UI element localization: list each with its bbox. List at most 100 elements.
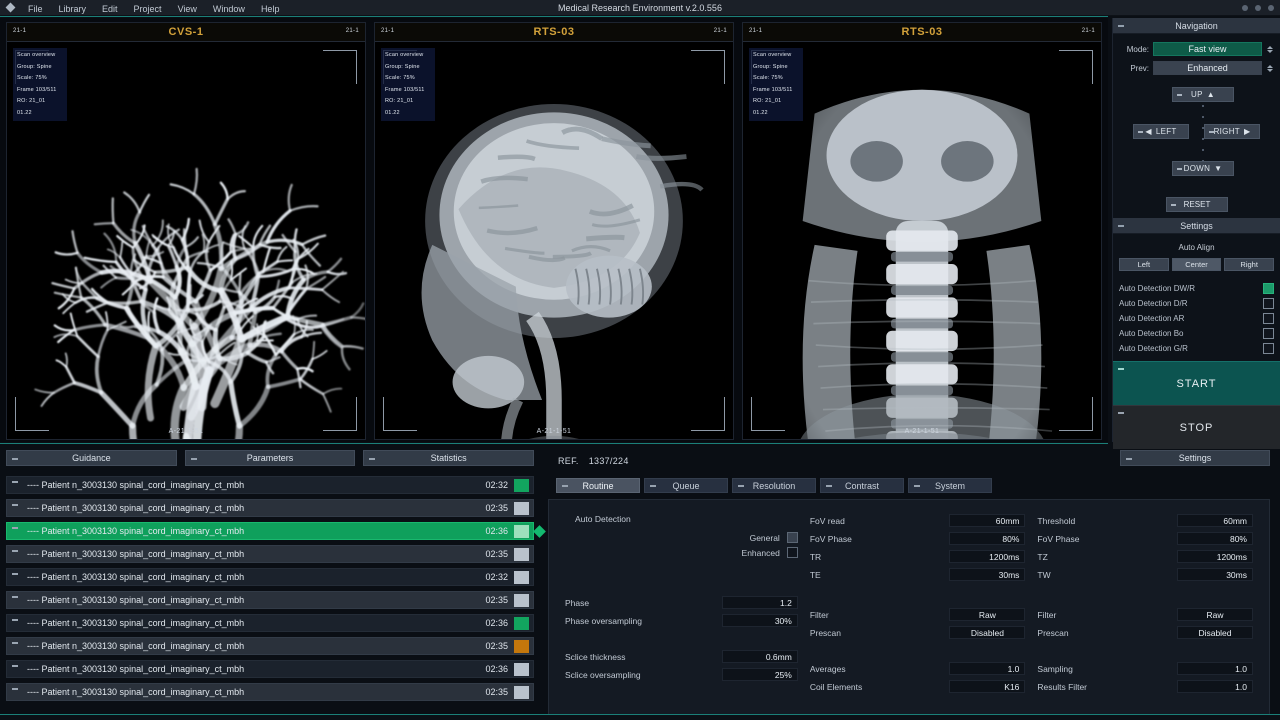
close-icon[interactable] — [1268, 5, 1274, 11]
menu-item-window[interactable]: Window — [205, 4, 253, 14]
param-autodetect-checkbox-1[interactable] — [786, 532, 798, 543]
start-button[interactable]: START — [1113, 361, 1280, 405]
field-value[interactable]: Raw — [949, 608, 1026, 621]
param-autodetect-checkbox-2[interactable] — [786, 547, 798, 558]
patient-status-4 — [514, 547, 529, 561]
viewport-3-image[interactable]: Scan overview Group: Spine Scale: 75% Frame… — [743, 42, 1101, 439]
viewer-area: 21-1 CVS-1 21-1 Scan overview Group: Spin… — [0, 18, 1108, 442]
patient-status-2 — [514, 501, 529, 515]
auto-align-left[interactable]: Left — [1119, 258, 1169, 271]
nav-right-button[interactable]: RIGHT ▶ — [1204, 124, 1260, 139]
patient-row-8[interactable]: ---- Patient n_3003130 spinal_cord_imagi… — [6, 637, 534, 655]
patient-row-2[interactable]: ---- Patient n_3003130 spinal_cord_imagi… — [6, 499, 534, 517]
patient-row-5[interactable]: ---- Patient n_3003130 spinal_cord_imagi… — [6, 568, 534, 586]
tab-guidance[interactable]: Guidance — [6, 450, 177, 466]
detection-row-5[interactable]: Auto Detection G/R — [1119, 341, 1274, 355]
viewport-2[interactable]: 21-1 RTS-03 21-1 Scan overview Group: Sp… — [374, 22, 734, 440]
settings-panel: Settings Auto Align Left Center Right Auto… — [1112, 218, 1280, 449]
detection-checkbox-4[interactable] — [1263, 327, 1274, 339]
settings-panel-title: Settings — [1113, 218, 1280, 234]
field-value[interactable]: 1.0 — [1176, 662, 1253, 675]
detection-checkbox-5[interactable] — [1263, 342, 1274, 354]
menu-item-library[interactable]: Library — [51, 4, 95, 14]
patient-row-6[interactable]: ---- Patient n_3003130 spinal_cord_imagi… — [6, 591, 534, 609]
detection-row-4[interactable]: Auto Detection Bo — [1119, 326, 1274, 340]
viewport-2-image[interactable]: Scan overview Group: Spine Scale: 75% Frame… — [375, 42, 733, 439]
patient-row-7[interactable]: ---- Patient n_3003130 spinal_cord_imagi… — [6, 614, 534, 632]
menu-item-file[interactable]: File — [20, 4, 51, 14]
patient-row-3[interactable]: ---- Patient n_3003130 spinal_cord_imagi… — [6, 522, 546, 540]
parameter-column-2: FoV read 60mm FoV Phase 80% TR 1200ms TE… — [804, 512, 1032, 720]
tab-statistics[interactable]: Statistics — [363, 450, 535, 466]
collapse-icon[interactable] — [1118, 225, 1124, 227]
param-tab-contrast[interactable]: Contrast — [820, 478, 904, 493]
nav-reset-button[interactable]: RESET — [1166, 197, 1228, 212]
param-tab-queue[interactable]: Queue — [644, 478, 728, 493]
param-autodetect-row-2[interactable]: Enhanced — [565, 545, 798, 560]
viewport-1-image[interactable]: Scan overview Group: Spine Scale: 75% Frame… — [7, 42, 365, 439]
field-value[interactable]: Disabled — [1176, 626, 1253, 639]
detection-checkbox-3[interactable] — [1263, 312, 1274, 324]
field-value[interactable]: 1.0 — [949, 662, 1026, 675]
menu-item-project[interactable]: Project — [126, 4, 170, 14]
detection-checkbox-2[interactable] — [1263, 297, 1274, 309]
detection-row-1[interactable]: Auto Detection DW/R — [1119, 281, 1274, 295]
param-tab-system[interactable]: System — [908, 478, 992, 493]
detection-row-2[interactable]: Auto Detection D/R — [1119, 296, 1274, 310]
param-autodetect-row-1[interactable]: General — [565, 530, 798, 545]
patient-row-9[interactable]: ---- Patient n_3003130 spinal_cord_imagi… — [6, 660, 534, 678]
prev-select[interactable]: Enhanced — [1153, 61, 1262, 75]
field-value[interactable]: 60mm — [949, 514, 1026, 527]
patient-status-6 — [514, 593, 529, 607]
tab-parameters[interactable]: Parameters — [184, 450, 356, 466]
detection-row-3[interactable]: Auto Detection AR — [1119, 311, 1274, 325]
overlay-line-6: 01.22 — [385, 109, 400, 116]
field-value[interactable]: 0.6mm — [721, 650, 798, 663]
nav-up-button[interactable]: UP ▲ — [1172, 87, 1234, 102]
param-tab-routine[interactable]: Routine — [556, 478, 640, 493]
field-value[interactable]: 1200ms — [949, 550, 1026, 563]
collapse-icon[interactable] — [1118, 25, 1124, 27]
nav-down-button[interactable]: DOWN ▼ — [1172, 161, 1234, 176]
field-value[interactable]: 30ms — [949, 568, 1026, 581]
maximize-icon[interactable] — [1255, 5, 1261, 11]
field-value[interactable]: 80% — [949, 532, 1026, 545]
viewport-1-title: CVS-1 — [168, 26, 204, 38]
auto-align-right[interactable]: Right — [1224, 258, 1275, 271]
menu-item-edit[interactable]: Edit — [94, 4, 126, 14]
field-value[interactable]: 80% — [1176, 532, 1253, 545]
mode-stepper[interactable] — [1266, 45, 1274, 53]
field-value[interactable]: 60mm — [1176, 514, 1253, 527]
detection-checkbox-1[interactable] — [1263, 282, 1274, 294]
patient-row-1[interactable]: ---- Patient n_3003130 spinal_cord_imagi… — [6, 476, 534, 494]
field-value[interactable]: Raw — [1176, 608, 1253, 621]
minimize-icon[interactable] — [1242, 5, 1248, 11]
arrow-down-icon: ▼ — [1214, 164, 1223, 173]
field-value[interactable]: 1.0 — [1176, 680, 1253, 693]
field-value[interactable]: 1.2 — [721, 596, 798, 609]
viewport-1[interactable]: 21-1 CVS-1 21-1 Scan overview Group: Spin… — [6, 22, 366, 440]
field-value[interactable]: Disabled — [949, 626, 1026, 639]
field-value[interactable]: 1200ms — [1176, 550, 1253, 563]
collapse-icon — [826, 485, 832, 487]
prev-stepper[interactable] — [1266, 64, 1274, 72]
nav-left-button[interactable]: ◀ LEFT — [1133, 124, 1189, 139]
mode-select[interactable]: Fast view — [1153, 42, 1262, 56]
field-value[interactable]: 30ms — [1176, 568, 1253, 581]
stop-button[interactable]: STOP — [1113, 405, 1280, 449]
menu-item-help[interactable]: Help — [253, 4, 288, 14]
chevron-down-icon — [1267, 49, 1273, 53]
patient-row-4[interactable]: ---- Patient n_3003130 spinal_cord_imagi… — [6, 545, 534, 563]
patient-row-10[interactable]: ---- Patient n_3003130 spinal_cord_imagi… — [6, 683, 534, 701]
menu-item-view[interactable]: View — [170, 4, 205, 14]
field-sclice-thickness: Sclice thickness 0.6mm — [565, 648, 798, 665]
viewport-2-overlay: Scan overview Group: Spine Scale: 75% Frame… — [381, 48, 435, 121]
parameter-column-1: Auto Detection General Enhanced Phase 1.… — [559, 512, 804, 720]
field-value[interactable]: K16 — [949, 680, 1026, 693]
param-tab-resolution[interactable]: Resolution — [732, 478, 816, 493]
viewport-3[interactable]: 21-1 RTS-03 21-1 Scan overview Group: Sp… — [742, 22, 1102, 440]
field-value[interactable]: 30% — [721, 614, 798, 627]
auto-align-center[interactable]: Center — [1171, 258, 1222, 271]
field-value[interactable]: 25% — [721, 668, 798, 681]
field-label: Sclice oversampling — [565, 669, 641, 680]
